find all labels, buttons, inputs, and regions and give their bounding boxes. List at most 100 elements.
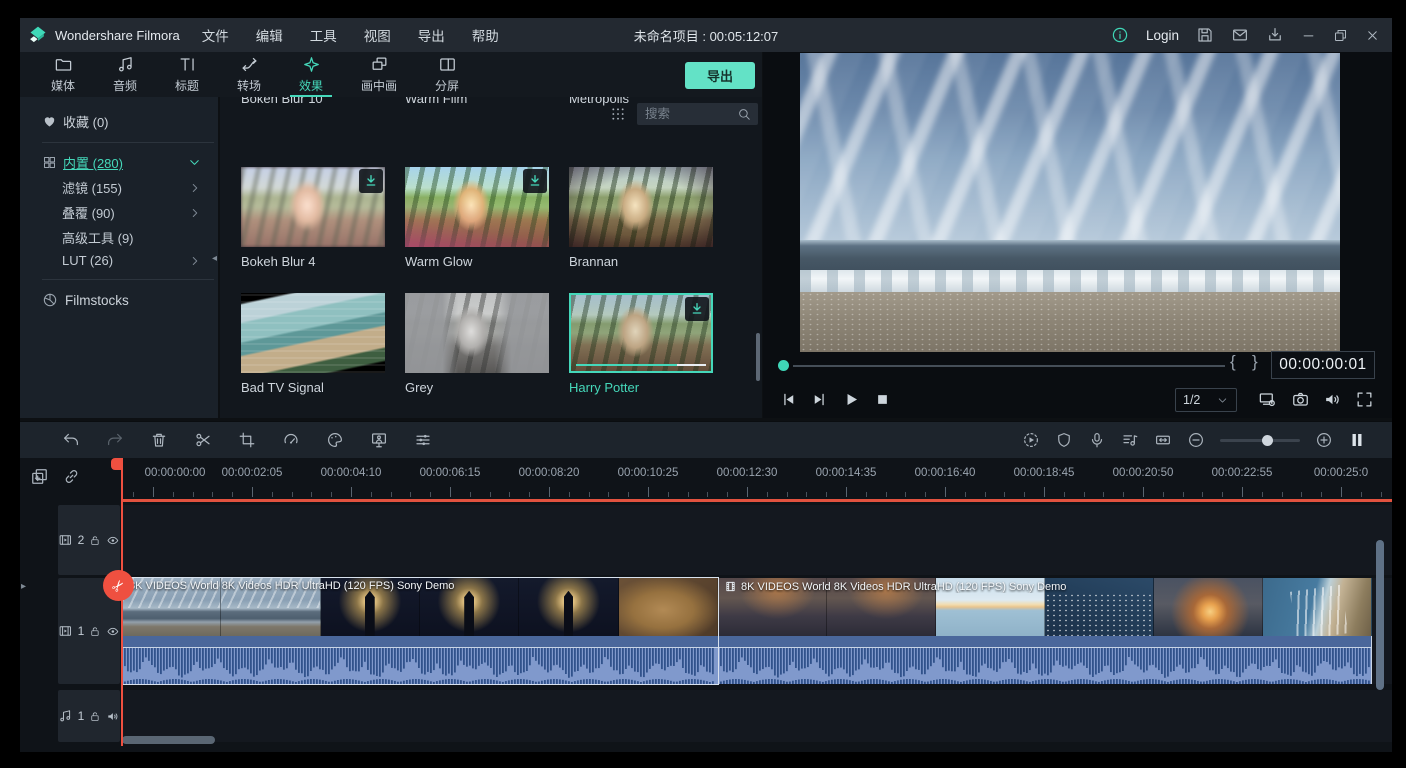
effect-thumbnail[interactable]	[405, 293, 549, 373]
sidebar-subitem-2[interactable]: 高级工具 (9)	[20, 225, 218, 250]
save-icon[interactable]	[1196, 26, 1214, 44]
crop-button[interactable]	[238, 431, 256, 449]
fullscreen-icon[interactable]	[1355, 390, 1374, 409]
zoom-slider-handle[interactable]	[1262, 435, 1273, 446]
tab-folder[interactable]: 媒体	[32, 52, 94, 97]
previous-frame-button[interactable]	[779, 390, 798, 409]
tab-split[interactable]: 分屏	[416, 52, 478, 97]
menu-item-2[interactable]: 工具	[310, 25, 337, 45]
audio-mixer-icon[interactable]	[1121, 431, 1139, 449]
lock-icon[interactable]	[89, 710, 101, 723]
effect-thumbnail[interactable]	[405, 167, 549, 247]
effect-card-bad-tv-signal[interactable]: Bad TV Signal	[241, 293, 385, 395]
motion-tracking-button[interactable]	[370, 431, 388, 449]
zoom-out-button[interactable]	[1187, 431, 1205, 449]
minimize-button[interactable]	[1301, 28, 1316, 43]
sidebar-collapse-handle[interactable]: ◂	[212, 253, 217, 264]
effect-card-harry-potter[interactable]: Harry Potter	[569, 293, 713, 395]
video-track-2-lane[interactable]	[122, 505, 1392, 575]
fit-timeline-button[interactable]	[1154, 431, 1172, 449]
export-button[interactable]: 导出	[685, 62, 755, 89]
play-button[interactable]	[842, 390, 861, 409]
mark-out-button[interactable]: }	[1252, 352, 1258, 372]
lock-icon[interactable]	[89, 534, 101, 547]
sidebar-subitem-1[interactable]: 叠覆 (90)	[20, 200, 218, 225]
playhead-line[interactable]	[121, 458, 123, 746]
sidebar-subitem-0[interactable]: 滤镜 (155)	[20, 175, 218, 200]
chevron-right-icon[interactable]	[188, 181, 202, 195]
seek-handle[interactable]	[778, 360, 789, 371]
chevron-right-icon[interactable]	[188, 206, 202, 220]
chevron-right-icon[interactable]	[188, 254, 202, 268]
effect-card-brannan[interactable]: Brannan	[569, 167, 713, 269]
preview-zoom-select[interactable]: 1/2	[1175, 388, 1237, 412]
split-button[interactable]	[194, 431, 212, 449]
mark-in-button[interactable]: {	[1230, 352, 1236, 372]
mute-speaker-icon[interactable]	[106, 709, 120, 724]
search-input[interactable]	[637, 106, 735, 122]
chevron-down-icon[interactable]	[187, 155, 202, 170]
audio-clip-1[interactable]	[122, 636, 718, 684]
link-clips-icon[interactable]	[62, 467, 81, 486]
restore-button[interactable]	[1333, 28, 1348, 43]
video-clip-1[interactable]: 8K VIDEOS World 8K Videos HDR UltraHD (1…	[122, 578, 718, 636]
render-preview-button[interactable]	[1022, 431, 1040, 449]
adjust-button[interactable]	[414, 431, 432, 449]
audio-clip-2[interactable]	[718, 636, 1372, 684]
stop-button[interactable]	[873, 390, 892, 409]
grid-view-icon[interactable]	[610, 106, 626, 122]
sidebar-item-filmstocks[interactable]: Filmstocks	[20, 280, 218, 308]
track-header-collapse-handle[interactable]: ▸	[21, 581, 26, 592]
menu-item-4[interactable]: 导出	[418, 25, 445, 45]
search-box[interactable]	[637, 103, 758, 125]
add-track-icon[interactable]	[30, 467, 49, 486]
effects-scrollbar[interactable]	[756, 333, 760, 381]
close-button[interactable]	[1365, 28, 1380, 43]
effect-thumbnail[interactable]	[569, 167, 713, 247]
effect-thumbnail[interactable]	[569, 293, 713, 373]
sidebar-item-built-in[interactable]: 内置 (280)	[20, 143, 218, 175]
undo-button[interactable]	[62, 431, 80, 449]
voiceover-mic-icon[interactable]	[1088, 431, 1106, 449]
menu-item-3[interactable]: 视图	[364, 25, 391, 45]
menu-item-5[interactable]: 帮助	[472, 25, 499, 45]
snapshot-camera-icon[interactable]	[1291, 390, 1310, 409]
playhead-handle[interactable]	[111, 458, 123, 470]
timeline-horizontal-scrollbar[interactable]	[122, 736, 215, 744]
login-button[interactable]: Login	[1146, 28, 1179, 43]
tab-music[interactable]: 音频	[94, 52, 156, 97]
lock-icon[interactable]	[89, 625, 101, 638]
audio-track-1-header[interactable]: 1	[58, 690, 120, 742]
sidebar-item-favorites[interactable]: 收藏 (0)	[20, 97, 218, 142]
video-track-2-header[interactable]: 2	[58, 505, 120, 575]
speed-button[interactable]	[282, 431, 300, 449]
download-badge-icon[interactable]	[685, 297, 709, 321]
tab-effects[interactable]: 效果	[280, 52, 342, 97]
panels-toggle-icon[interactable]	[1348, 431, 1366, 449]
redo-button[interactable]	[106, 431, 124, 449]
effect-thumbnail[interactable]	[241, 293, 385, 373]
seek-bar[interactable]	[793, 365, 1225, 367]
effect-card-warm-glow[interactable]: Warm Glow	[405, 167, 549, 269]
sidebar-subitem-3[interactable]: LUT (26)	[20, 250, 218, 271]
tab-pip[interactable]: 画中画	[342, 52, 416, 97]
timeline-ruler[interactable]: 00:00:00:0000:00:02:0500:00:04:1000:00:0…	[122, 458, 1392, 500]
menu-item-0[interactable]: 文件	[202, 25, 229, 45]
download-badge-icon[interactable]	[359, 169, 383, 193]
timecode-display[interactable]: 00:00:00:01	[1271, 351, 1375, 379]
update-download-icon[interactable]	[1266, 26, 1284, 44]
effect-card-grey[interactable]: Grey	[405, 293, 549, 395]
playhead-split-scissors-button[interactable]: ✂	[103, 570, 134, 601]
timeline-vertical-scrollbar[interactable]	[1376, 540, 1384, 690]
visibility-eye-icon[interactable]	[106, 624, 120, 639]
next-frame-button[interactable]	[810, 390, 829, 409]
download-badge-icon[interactable]	[523, 169, 547, 193]
display-settings-icon[interactable]	[1257, 390, 1278, 409]
info-icon[interactable]	[1111, 26, 1129, 44]
effect-thumbnail[interactable]	[241, 167, 385, 247]
timeline-zoom-slider[interactable]	[1220, 439, 1300, 442]
video-clip-2[interactable]: 8K VIDEOS World 8K Videos HDR UltraHD (1…	[718, 578, 1372, 636]
color-correction-button[interactable]	[326, 431, 344, 449]
zoom-in-button[interactable]	[1315, 431, 1333, 449]
feedback-mail-icon[interactable]	[1231, 26, 1249, 44]
